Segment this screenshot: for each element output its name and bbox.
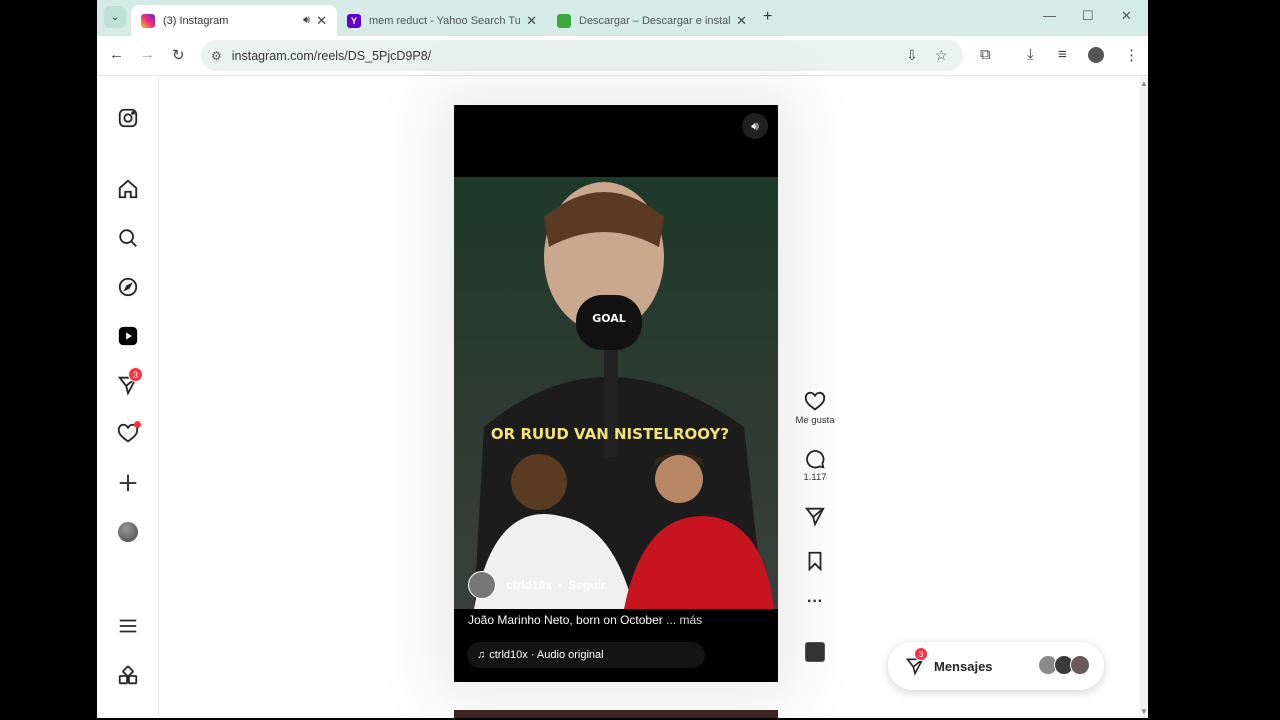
more-options-icon[interactable]: ··· — [789, 593, 841, 611]
save-button[interactable] — [789, 550, 841, 572]
bookmark-star-icon[interactable]: ☆ — [935, 47, 948, 64]
more-link[interactable]: ... más — [666, 613, 702, 627]
speaker-toggle-icon[interactable]: 🔊︎ — [742, 113, 768, 139]
close-window-button[interactable]: ✕ — [1121, 8, 1132, 24]
bookmark-icon — [808, 551, 822, 572]
next-reel-preview[interactable] — [454, 710, 778, 718]
scroll-down-icon[interactable]: ▼ — [1140, 707, 1148, 716]
author-username[interactable]: ctrld10x — [506, 578, 552, 592]
back-button[interactable]: ← — [109, 46, 124, 63]
instagram-sidebar: 3 — [97, 77, 159, 718]
audio-label: ctrld10x · Audio original — [489, 649, 604, 661]
browser-window: ⌄ (3) Instagram 🔊︎ ✕ Y mem reduct - Yaho… — [97, 0, 1148, 718]
share-plane-icon — [804, 507, 825, 527]
audio-link[interactable]: ♫ ctrld10x · Audio original — [467, 642, 705, 668]
maximize-button[interactable]: ☐ — [1082, 8, 1094, 24]
tab-strip: ⌄ (3) Instagram 🔊︎ ✕ Y mem reduct - Yaho… — [97, 0, 1148, 36]
search-icon[interactable] — [116, 226, 140, 250]
separator-dot: • — [558, 578, 563, 592]
url-text: instagram.com/reels/DS_5PjcD9P8/ — [231, 48, 432, 63]
tab-yahoo[interactable]: Y mem reduct - Yahoo Search Tu ✕ — [337, 5, 547, 36]
follow-button[interactable]: Seguir — [568, 578, 605, 592]
reel-video[interactable]: GOAL OR RUUD VAN NISTELROOY? — [454, 177, 778, 609]
author-avatar[interactable] — [468, 571, 496, 599]
speaker-icon[interactable]: 🔊︎ — [303, 14, 310, 27]
messages-label: Mensajes — [934, 658, 993, 674]
download-site-favicon-icon — [557, 13, 571, 28]
page-scrollbar[interactable]: ▲ ▼ — [1140, 77, 1148, 718]
share-button[interactable] — [789, 505, 841, 527]
downloads-icon[interactable]: ⤓ — [1027, 46, 1034, 63]
messages-badge: 3 — [128, 367, 143, 382]
browser-menu-icon[interactable]: ⋮ — [1124, 46, 1139, 64]
instagram-favicon-icon — [141, 13, 155, 28]
minimize-button[interactable]: — — [1043, 8, 1056, 23]
tab-search-button[interactable]: ⌄ — [104, 6, 126, 28]
messages-pill-badge: 3 — [914, 647, 928, 661]
more-menu-icon[interactable] — [116, 614, 140, 638]
messages-pill[interactable]: 3 Mensajes — [888, 642, 1104, 690]
tab-title: mem reduct - Yahoo Search Tu — [369, 14, 521, 27]
messages-icon: 3 — [904, 647, 928, 677]
instagram-logo-icon[interactable] — [116, 106, 140, 130]
instagram-page: 3 GOAL OR RUUD VAN NISTELROOY? 🔊︎ ctrld1… — [97, 77, 1140, 718]
comment-button[interactable]: 1.117 — [789, 448, 841, 483]
scroll-up-icon[interactable]: ▲ — [1140, 79, 1148, 88]
profile-avatar[interactable] — [1088, 47, 1104, 63]
home-icon[interactable] — [116, 177, 140, 201]
notifications-heart-icon[interactable] — [116, 421, 141, 446]
address-bar[interactable]: ⚙ instagram.com/reels/DS_5PjcD9P8/ ⇩ ☆ — [201, 40, 963, 71]
new-tab-button[interactable]: + — [763, 8, 772, 26]
heart-icon — [804, 391, 826, 411]
also-from-meta-icon[interactable] — [116, 664, 140, 688]
conversation-avatars — [1038, 655, 1090, 675]
tab-descargar[interactable]: Descargar – Descargar e instala ✕ — [547, 5, 757, 36]
like-label: Me gusta — [795, 415, 835, 426]
explore-compass-icon[interactable] — [116, 275, 140, 299]
music-note-icon: ♫ — [477, 649, 486, 661]
audio-thumbnail[interactable] — [805, 642, 825, 662]
reel-player[interactable]: GOAL OR RUUD VAN NISTELROOY? 🔊︎ ctrld10x… — [454, 105, 778, 682]
reload-button[interactable]: ↻ — [172, 46, 185, 64]
messages-icon[interactable]: 3 — [116, 367, 143, 397]
install-app-icon[interactable]: ⇩ — [906, 47, 918, 64]
comment-icon — [806, 450, 825, 469]
extensions-icon[interactable]: ⧉ — [980, 46, 991, 63]
reel-author: ctrld10x • Seguir — [468, 571, 606, 599]
tab-title: (3) Instagram — [163, 14, 229, 27]
avatar — [1070, 655, 1090, 675]
close-tab-icon[interactable]: ✕ — [316, 13, 327, 29]
comment-count: 1.117 — [803, 472, 827, 483]
close-tab-icon[interactable]: ✕ — [526, 13, 537, 29]
reel-caption: João Marinho Neto, born on October ... m… — [468, 613, 702, 627]
close-tab-icon[interactable]: ✕ — [736, 13, 747, 29]
like-button[interactable]: Me gusta — [789, 391, 841, 426]
yahoo-favicon-icon: Y — [347, 13, 361, 28]
tab-instagram[interactable]: (3) Instagram 🔊︎ ✕ — [131, 5, 337, 36]
browser-toolbar: ← → ↻ ⚙ instagram.com/reels/DS_5PjcD9P8/… — [97, 36, 1148, 76]
video-overlay-text: OR RUUD VAN NISTELROOY? — [491, 425, 729, 443]
profile-avatar[interactable] — [116, 520, 140, 544]
create-plus-icon[interactable] — [116, 471, 140, 495]
tab-title: Descargar – Descargar e instala — [579, 14, 731, 27]
forward-button[interactable]: → — [140, 46, 155, 63]
notification-dot — [134, 421, 141, 428]
caption-text: João Marinho Neto, born on October — [468, 613, 663, 627]
reels-icon[interactable] — [116, 324, 140, 348]
svg-text:GOAL: GOAL — [592, 312, 626, 325]
media-control-icon[interactable]: ≡ — [1058, 46, 1067, 63]
site-info-icon[interactable]: ⚙ — [211, 49, 222, 63]
